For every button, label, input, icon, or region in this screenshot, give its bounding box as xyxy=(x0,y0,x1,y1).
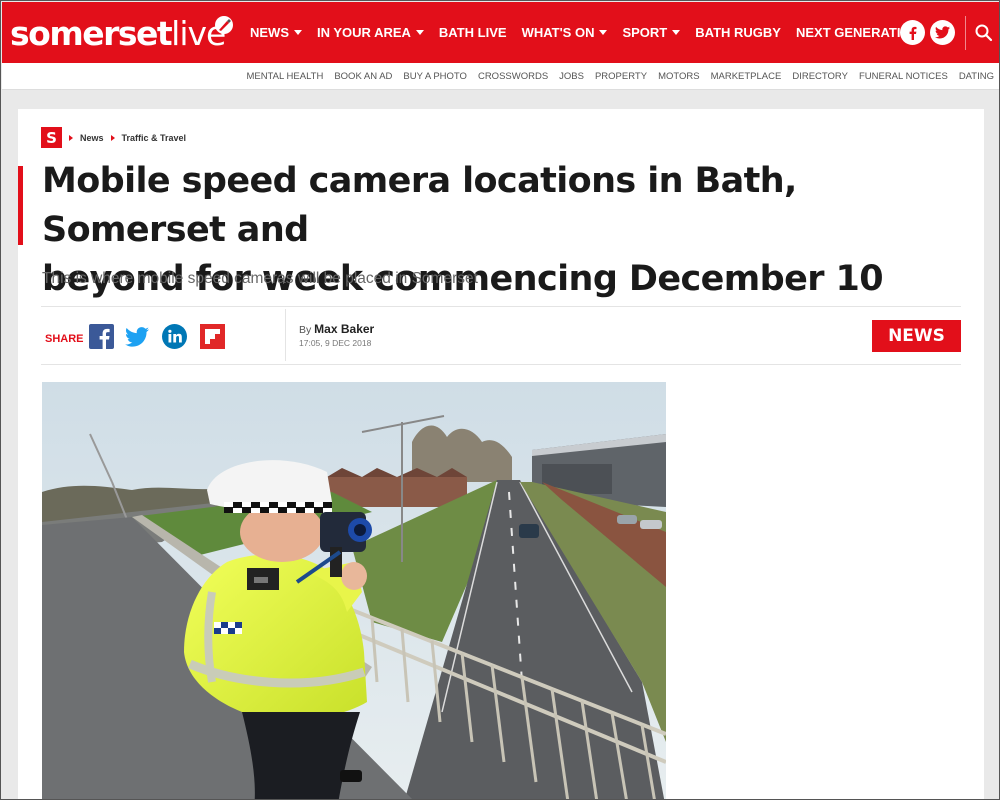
chevron-down-icon xyxy=(294,30,302,35)
subnav-item-motors[interactable]: MOTORS xyxy=(658,71,700,82)
headline-line-1: Mobile speed camera locations in Bath, S… xyxy=(42,161,797,250)
author-link[interactable]: Max Baker xyxy=(314,322,374,336)
nav-divider xyxy=(965,16,966,50)
section-logo[interactable]: S xyxy=(41,127,62,148)
chevron-down-icon xyxy=(415,30,424,35)
top-navigation: somersetlive NEWS IN YOUR AREA BATH LIVE WH… xyxy=(2,2,999,63)
nav-item-label: NEWS xyxy=(250,25,289,40)
nav-item-label: IN YOUR AREA xyxy=(317,25,411,40)
subnav-item-crosswords[interactable]: CROSSWORDS xyxy=(478,71,548,82)
subnav-item-buy-a-photo[interactable]: BUY A PHOTO xyxy=(403,71,467,82)
facebook-icon[interactable] xyxy=(89,324,114,349)
category-badge[interactable]: NEWS xyxy=(872,320,961,352)
site-logo[interactable]: somersetlive xyxy=(10,14,226,53)
chevron-down-icon xyxy=(599,30,608,35)
subnav-item-property[interactable]: PROPERTY xyxy=(595,71,647,82)
secondary-navigation: MENTAL HEALTH BOOK AN AD BUY A PHOTO CROSSW… xyxy=(2,63,999,90)
police-speed-camera-photo xyxy=(42,382,666,799)
byline-prefix: By xyxy=(299,324,315,336)
subnav-item-book-an-ad[interactable]: BOOK AN AD xyxy=(334,71,392,82)
subnav-item-marketplace[interactable]: MARKETPLACE xyxy=(711,71,782,82)
breadcrumb-traffic-travel[interactable]: Traffic & Travel xyxy=(122,133,187,143)
breadcrumb-arrow-icon xyxy=(110,134,115,141)
nav-item-bath-live[interactable]: BATH LIVE xyxy=(439,25,507,40)
subnav-item-directory[interactable]: DIRECTORY xyxy=(792,71,848,82)
subnav-item-mental-health[interactable]: MENTAL HEALTH xyxy=(246,71,323,82)
nav-item-label: SPORT xyxy=(622,25,668,40)
browser-frame: somersetlive NEWS IN YOUR AREA BATH LIVE WH… xyxy=(0,0,1000,800)
nav-item-label: WHAT'S ON xyxy=(521,25,595,40)
nav-item-label: BATH RUGBY xyxy=(695,25,781,40)
byline-divider xyxy=(285,309,286,361)
subnav-item-funeral-notices[interactable]: FUNERAL NOTICES xyxy=(859,71,948,82)
headline-accent-bar xyxy=(18,166,23,245)
twitter-icon[interactable] xyxy=(125,324,150,349)
subnav-item-jobs[interactable]: JOBS xyxy=(559,71,584,82)
article-card: S News Traffic & Travel Mobile speed cam… xyxy=(18,109,984,799)
chevron-down-icon xyxy=(672,30,681,35)
main-menu: NEWS IN YOUR AREA BATH LIVE WHAT'S ON SPORT B… xyxy=(250,2,920,63)
byline: By Max Baker xyxy=(299,322,374,336)
breadcrumb-news[interactable]: News xyxy=(80,133,104,143)
publish-timestamp: 17:05, 9 DEC 2018 xyxy=(299,338,372,348)
share-label: SHARE xyxy=(45,333,84,345)
nav-item-bath-rugby[interactable]: BATH RUGBY xyxy=(695,25,781,40)
twitter-icon[interactable] xyxy=(930,20,955,45)
article-standfirst: This is where mobile speed cameras will … xyxy=(42,270,478,287)
logo-text-bold: somerset xyxy=(10,14,173,53)
divider xyxy=(41,306,961,307)
subnav-item-dating[interactable]: DATING xyxy=(959,71,994,82)
logo-pen-icon xyxy=(215,16,233,34)
nav-item-sport[interactable]: SPORT xyxy=(622,25,681,40)
nav-item-what-s-on[interactable]: WHAT'S ON xyxy=(522,25,608,40)
nav-item-label: BATH LIVE xyxy=(438,25,507,40)
nav-item-news[interactable]: NEWS xyxy=(250,25,302,40)
divider xyxy=(41,364,961,365)
nav-item-in-your-area[interactable]: IN YOUR AREA xyxy=(317,25,424,40)
flipboard-icon[interactable] xyxy=(200,324,225,349)
breadcrumb: S News Traffic & Travel xyxy=(41,127,186,148)
article-lead-image[interactable] xyxy=(42,382,666,799)
facebook-icon[interactable] xyxy=(900,20,925,45)
search-icon[interactable] xyxy=(974,23,994,43)
breadcrumb-arrow-icon xyxy=(69,134,73,141)
secondary-menu: MENTAL HEALTH BOOK AN AD BUY A PHOTO CROSSW… xyxy=(246,63,994,90)
linkedin-icon[interactable] xyxy=(162,324,187,349)
